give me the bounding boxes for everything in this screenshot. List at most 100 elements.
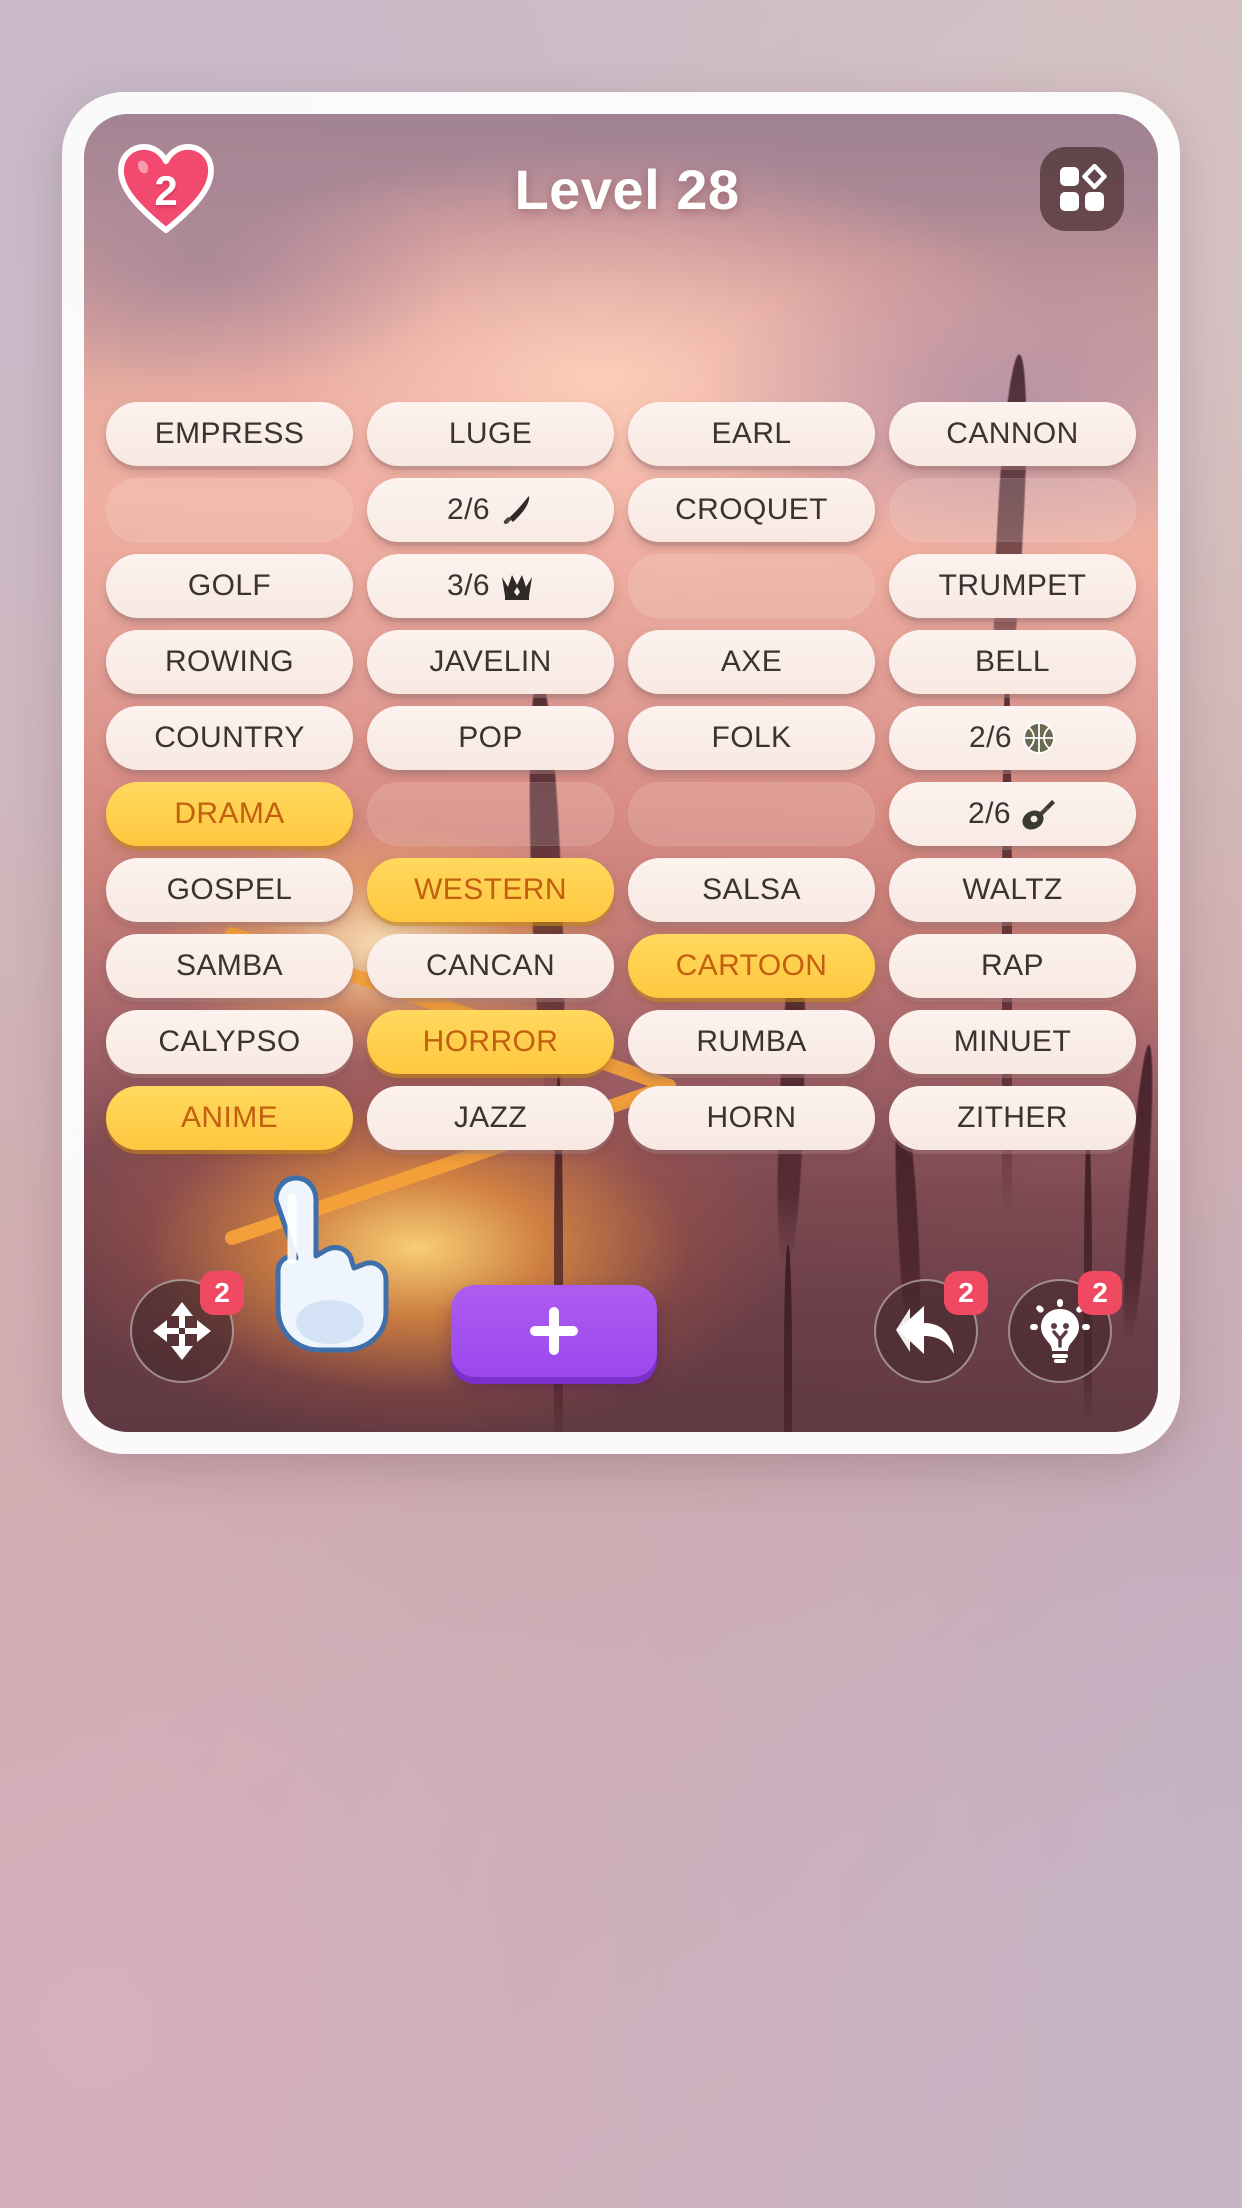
word-tile-label: EMPRESS (154, 417, 305, 450)
word-tile-label: JAVELIN (429, 645, 552, 678)
word-tile[interactable]: RAP (889, 934, 1136, 998)
word-tile-label: SAMBA (175, 949, 284, 982)
progress-tile[interactable]: 2/6 (889, 782, 1136, 846)
word-tile[interactable]: POP (367, 706, 614, 770)
word-tile[interactable]: DRAMA (106, 782, 353, 846)
word-tile[interactable]: EMPRESS (106, 402, 353, 466)
word-tile[interactable]: MINUET (889, 1010, 1136, 1074)
word-tile-label: WALTZ (962, 873, 1063, 906)
word-tile[interactable]: CARTOON (628, 934, 875, 998)
word-tile-label: CALYPSO (158, 1025, 301, 1058)
word-tile[interactable]: ZITHER (889, 1086, 1136, 1150)
empty-tile (367, 782, 614, 846)
word-tile[interactable]: SALSA (628, 858, 875, 922)
board-row: GOLF 3/6 TRUMPET (106, 554, 1136, 618)
menu-button[interactable] (1039, 147, 1124, 231)
word-tile-label: CANCAN (425, 949, 556, 982)
word-tile-label: RAP (981, 949, 1044, 982)
word-tile-label: RUMBA (696, 1025, 807, 1058)
board-row: GOSPEL WESTERN SALSA WALTZ (106, 858, 1136, 922)
word-tile-label: DRAMA (174, 797, 285, 830)
board-row: ROWING JAVELIN AXE BELL (106, 630, 1136, 694)
word-tile-label: BELL (975, 645, 1050, 678)
progress-count: 2/6 (969, 721, 1012, 754)
undo-button[interactable]: 2 (874, 1271, 988, 1383)
plus-icon (530, 1307, 578, 1355)
hint-button[interactable]: 2 (1008, 1271, 1122, 1383)
word-tile[interactable]: HORROR (367, 1010, 614, 1074)
word-tile-label: POP (458, 721, 523, 754)
word-tile[interactable]: LUGE (367, 402, 614, 466)
word-tile[interactable]: WALTZ (889, 858, 1136, 922)
game-screen: 2 Level 28 EMPRESS LUGE EARL CANNON 2/6 … (84, 114, 1158, 1432)
shuffle-button[interactable]: 2 (130, 1271, 244, 1383)
word-tile[interactable]: BELL (889, 630, 1136, 694)
board-row: ANIME JAZZ HORN ZITHER (106, 1086, 1136, 1150)
word-tile-label: COUNTRY (154, 721, 305, 754)
empty-tile (889, 478, 1136, 542)
word-tile-label: ANIME (180, 1101, 278, 1134)
shuffle-badge: 2 (200, 1271, 244, 1315)
word-tile-label: LUGE (448, 417, 533, 450)
page-title: Level 28 (514, 157, 740, 221)
word-tile-label: MINUET (953, 1025, 1072, 1058)
word-tile-label: CANNON (946, 417, 1079, 450)
word-tile-label: JAZZ (453, 1101, 528, 1134)
word-tile-label: AXE (720, 645, 783, 678)
board-row: DRAMA 2/6 (106, 782, 1136, 846)
phone-frame: 2 Level 28 EMPRESS LUGE EARL CANNON 2/6 … (62, 92, 1180, 1454)
word-tile-label: GOLF (187, 569, 272, 602)
word-tile[interactable]: GOLF (106, 554, 353, 618)
word-tile[interactable]: JAVELIN (367, 630, 614, 694)
word-board: EMPRESS LUGE EARL CANNON 2/6 CROQUET GOLF 3/6 TR… (84, 402, 1158, 1150)
word-tile[interactable]: COUNTRY (106, 706, 353, 770)
board-row: CALYPSO HORROR RUMBA MINUET (106, 1010, 1136, 1074)
guitar-icon (1021, 798, 1057, 830)
word-tile[interactable]: CANNON (889, 402, 1136, 466)
progress-count: 3/6 (447, 569, 490, 602)
progress-tile[interactable]: 2/6 (889, 706, 1136, 770)
word-tile-label: WESTERN (414, 873, 567, 906)
board-row: 2/6 CROQUET (106, 478, 1136, 542)
progress-count: 2/6 (447, 493, 490, 526)
empty-tile (106, 478, 353, 542)
basketball-icon (1022, 721, 1056, 755)
word-tile[interactable]: ANIME (106, 1086, 353, 1150)
grid-shapes-icon (1059, 164, 1107, 211)
word-tile-label: GOSPEL (166, 873, 293, 906)
app-root: 2 Level 28 EMPRESS LUGE EARL CANNON 2/6 … (0, 0, 1242, 2208)
word-tile[interactable]: CROQUET (628, 478, 875, 542)
word-tile[interactable]: SAMBA (106, 934, 353, 998)
word-tile[interactable]: CANCAN (367, 934, 614, 998)
empty-tile (628, 554, 875, 618)
bottom-toolbar: 2 2 2 (84, 1266, 1158, 1396)
word-tile[interactable]: JAZZ (367, 1086, 614, 1150)
word-tile[interactable]: GOSPEL (106, 858, 353, 922)
game-header: 2 Level 28 (84, 114, 1158, 264)
lives-badge[interactable]: 2 (118, 144, 214, 234)
empty-tile (628, 782, 875, 846)
word-tile-label: CROQUET (675, 493, 828, 526)
word-tile-label: HORROR (422, 1025, 559, 1058)
knife-icon (500, 493, 534, 527)
word-tile[interactable]: HORN (628, 1086, 875, 1150)
word-tile[interactable]: CALYPSO (106, 1010, 353, 1074)
word-tile[interactable]: AXE (628, 630, 875, 694)
hint-badge: 2 (1078, 1271, 1122, 1315)
word-tile-label: CARTOON (675, 949, 828, 982)
progress-tile[interactable]: 2/6 (367, 478, 614, 542)
word-tile[interactable]: EARL (628, 402, 875, 466)
lives-count: 2 (154, 167, 178, 214)
add-button[interactable] (451, 1285, 657, 1377)
word-tile-label: TRUMPET (938, 569, 1087, 602)
word-tile-label: FOLK (711, 721, 792, 754)
progress-tile[interactable]: 3/6 (367, 554, 614, 618)
word-tile[interactable]: FOLK (628, 706, 875, 770)
undo-badge: 2 (944, 1271, 988, 1315)
word-tile[interactable]: ROWING (106, 630, 353, 694)
word-tile[interactable]: TRUMPET (889, 554, 1136, 618)
word-tile[interactable]: WESTERN (367, 858, 614, 922)
word-tile-label: ROWING (164, 645, 295, 678)
board-row: COUNTRY POP FOLK 2/6 (106, 706, 1136, 770)
word-tile[interactable]: RUMBA (628, 1010, 875, 1074)
